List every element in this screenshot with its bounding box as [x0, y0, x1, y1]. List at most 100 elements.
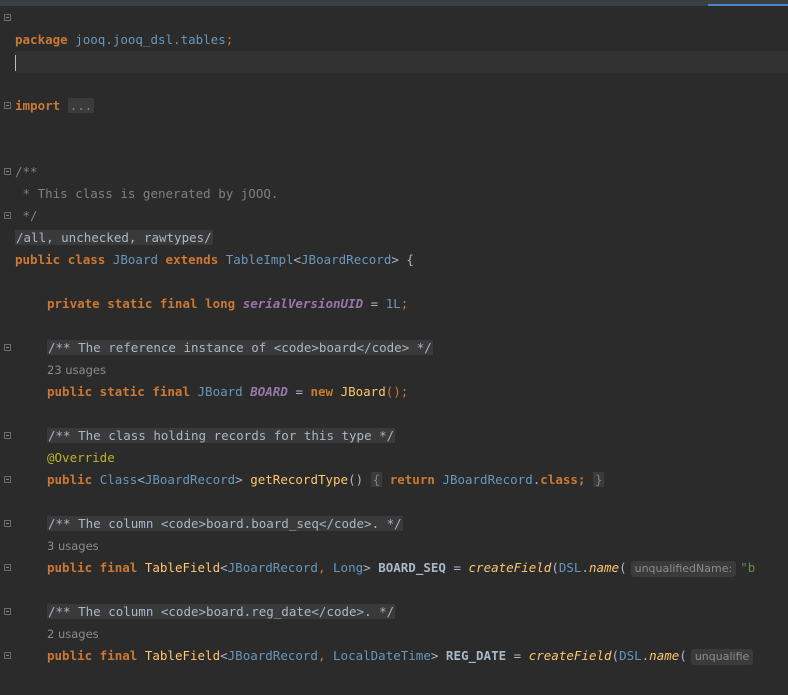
equals: =	[370, 296, 379, 311]
code-line-board-field[interactable]: public static final JBoard BOARD = new J…	[15, 381, 788, 403]
semicolon: ;	[400, 296, 409, 311]
return-type: Class	[99, 472, 138, 487]
doc-close: */	[15, 208, 38, 223]
fold-toggle-icon[interactable]	[4, 168, 11, 175]
equals: =	[453, 560, 461, 575]
create-field-call: createField	[528, 648, 612, 663]
generic-type: JBoardRecord	[301, 252, 392, 267]
params: ()	[348, 472, 364, 487]
usages-line[interactable]: 3 usages	[15, 535, 788, 557]
usages-line[interactable]: 23 usages	[15, 359, 788, 381]
brace-open: {	[370, 472, 383, 487]
generic-open: <	[293, 252, 302, 267]
code-line-suppress[interactable]: /all, unchecked, rawtypes/	[15, 227, 788, 249]
constructor-call: JBoard	[340, 384, 386, 399]
field-name: BOARD	[250, 384, 288, 399]
field-type: JBoard	[197, 384, 243, 399]
class-ref: JBoardRecord	[442, 472, 533, 487]
name-call: name	[649, 648, 680, 663]
code-line-get-record-type[interactable]: public Class<JBoardRecord> getRecordType…	[15, 469, 788, 491]
create-field-call: createField	[468, 560, 552, 575]
code-line-override[interactable]: @Override	[15, 447, 788, 469]
generic-type: LocalDateTime	[333, 648, 431, 663]
public-keyword: public	[15, 252, 61, 267]
paren: (	[619, 560, 627, 575]
generic-type: Long	[333, 560, 364, 575]
fold-toggle-icon[interactable]	[4, 608, 11, 615]
fold-toggle-icon[interactable]	[4, 432, 11, 439]
suppress-warnings[interactable]: /all, unchecked, rawtypes/	[15, 230, 213, 245]
generic-open: <	[137, 472, 145, 487]
code-line-header[interactable]: /.../	[15, 7, 788, 29]
generic-open: <	[220, 560, 228, 575]
class-keyword: class;	[540, 472, 586, 487]
code-editor[interactable]: /.../ package jooq.jooq_dsl.tables; impo…	[0, 0, 788, 695]
comma: ,	[317, 560, 326, 575]
class-keyword: class	[67, 252, 106, 267]
call-tail: ();	[385, 384, 409, 399]
code-line-doc-close[interactable]: */	[15, 205, 788, 227]
doc-comment: /** The class holding records for this t…	[47, 428, 396, 443]
generic-open: <	[220, 648, 228, 663]
fold-toggle-icon[interactable]	[4, 102, 11, 109]
serial-field-name: serialVersionUID	[242, 296, 364, 311]
modifiers: public final	[47, 560, 138, 575]
field-type: TableField	[144, 648, 221, 663]
generic-type: JBoardRecord	[227, 648, 318, 663]
code-line-doc-body[interactable]: * This class is generated by jOOQ.	[15, 183, 788, 205]
current-line[interactable]	[15, 51, 788, 73]
code-line-doc-open[interactable]: /**	[15, 161, 788, 183]
code-line-reg-date[interactable]: public final TableField<JBoardRecord, Lo…	[15, 645, 788, 667]
code-line-class-decl[interactable]: public class JBoard extends TableImpl<JB…	[15, 249, 788, 271]
doc-comment: /** The column <code>board.board_seq</co…	[47, 516, 403, 531]
dsl-ref: DSL	[619, 648, 642, 663]
fold-toggle-icon[interactable]	[4, 564, 11, 571]
override-annotation: @Override	[47, 450, 115, 465]
equals: =	[295, 384, 303, 399]
code-line-board-seq[interactable]: public final TableField<JBoardRecord, Lo…	[15, 557, 788, 579]
serial-value: 1L	[385, 296, 401, 311]
generic-type: JBoardRecord	[144, 472, 236, 487]
dot: .	[581, 560, 589, 575]
generic-close: >	[363, 560, 371, 575]
code-line-comment[interactable]: /** The column <code>board.board_seq</co…	[15, 513, 788, 535]
field-name: BOARD_SEQ	[378, 560, 446, 575]
fold-toggle-icon[interactable]	[4, 14, 11, 21]
fold-toggle-icon[interactable]	[4, 476, 11, 483]
fold-toggle-icon[interactable]	[4, 520, 11, 527]
doc-body: * This class is generated by jOOQ.	[15, 186, 279, 201]
import-folded[interactable]: ...	[67, 98, 95, 113]
string-literal: "b	[740, 560, 756, 575]
code-line-import[interactable]: import ...	[15, 95, 788, 117]
modifiers: public final	[47, 648, 138, 663]
fold-toggle-icon[interactable]	[4, 212, 11, 219]
package-name: jooq.jooq_dsl.tables	[75, 32, 226, 47]
doc-comment: /** The reference instance of <code>boar…	[47, 340, 433, 355]
usages-line[interactable]: 2 usages	[15, 623, 788, 645]
code-line-comment[interactable]: /** The reference instance of <code>boar…	[15, 337, 788, 359]
fold-toggle-icon[interactable]	[4, 652, 11, 659]
generic-type: JBoardRecord	[227, 560, 318, 575]
new-keyword: new	[310, 384, 334, 399]
doc-open: /**	[15, 164, 38, 179]
code-line-serial[interactable]: private static final long serialVersionU…	[15, 293, 788, 315]
paren: (	[679, 648, 687, 663]
text-caret	[15, 54, 16, 71]
code-line-comment[interactable]: /** The class holding records for this t…	[15, 425, 788, 447]
usages-link[interactable]: 3 usages	[47, 539, 99, 553]
code-line-package[interactable]: package jooq.jooq_dsl.tables;	[15, 29, 788, 51]
active-tab-indicator	[708, 4, 788, 6]
parent-class: TableImpl	[225, 252, 294, 267]
dsl-ref: DSL	[558, 560, 582, 575]
return-keyword: return	[389, 472, 435, 487]
name-call: name	[588, 560, 620, 575]
semicolon: ;	[225, 32, 234, 47]
usages-link[interactable]: 2 usages	[47, 627, 99, 641]
usages-link[interactable]: 23 usages	[47, 363, 106, 377]
parameter-hint: unqualifie	[690, 649, 754, 665]
code-line-comment[interactable]: /** The column <code>board.reg_date</cod…	[15, 601, 788, 623]
generic-close: >	[235, 472, 243, 487]
doc-comment: /** The column <code>board.reg_date</cod…	[47, 604, 396, 619]
fold-toggle-icon[interactable]	[4, 344, 11, 351]
package-keyword: package	[15, 32, 68, 47]
